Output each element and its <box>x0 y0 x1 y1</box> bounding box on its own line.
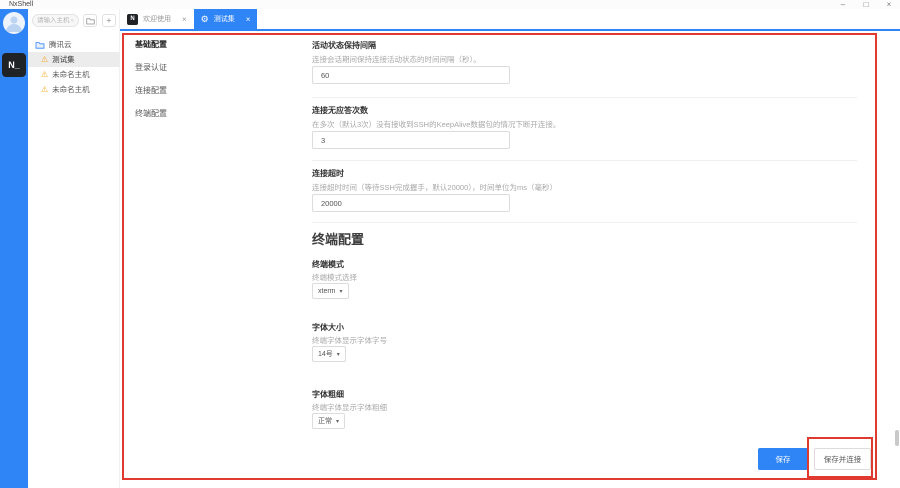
open-folder-icon <box>35 41 45 49</box>
section-divider <box>312 97 857 98</box>
search-icon <box>71 19 74 22</box>
font-size-desc: 终端字体显示字体字号 <box>312 336 387 345</box>
font-size-value: 14号 <box>318 351 333 358</box>
tab-welcome[interactable]: N 欢迎使用 × <box>120 9 194 29</box>
font-weight-title: 字体粗细 <box>312 390 344 399</box>
host-label: 未命名主机 <box>52 70 90 79</box>
host-item[interactable]: ⚠ 未命名主机 <box>28 67 120 82</box>
host-warning-icon: ⚠ <box>41 84 49 94</box>
section-divider <box>312 222 857 223</box>
terminal-mode-select[interactable]: xterm ▾ <box>312 283 349 299</box>
terminal-mode-value: xterm <box>318 287 336 295</box>
host-sidebar: + 腾讯云 ⚠ 测试集 ⚠ 未命名主机 ⚠ 未命 <box>28 9 120 488</box>
nav-connection-config[interactable]: 连接配置 <box>135 85 167 96</box>
search-input[interactable] <box>37 17 71 24</box>
chevron-down-icon: ▾ <box>336 351 340 358</box>
plus-icon: + <box>106 16 112 25</box>
nav-basic-config[interactable]: 基础配置 <box>135 39 167 50</box>
folder-label: 腾讯云 <box>49 40 72 49</box>
font-weight-desc: 终端字体显示字体粗细 <box>312 403 387 412</box>
no-reply-count-title: 连接无应答次数 <box>312 106 368 115</box>
app-title: NxShell <box>9 1 34 8</box>
no-reply-count-input[interactable] <box>312 131 510 149</box>
tab-bar: N 欢迎使用 × ⚙ 测试集 × <box>120 9 900 31</box>
font-weight-select[interactable]: 正常 ▾ <box>312 413 346 429</box>
host-item-selected[interactable]: ⚠ 测试集 <box>28 52 120 67</box>
host-search[interactable] <box>32 14 79 27</box>
sidebar-toolbar: + <box>28 14 120 28</box>
chevron-down-icon: ▾ <box>336 418 340 425</box>
host-item[interactable]: ⚠ 未命名主机 <box>28 82 120 97</box>
nxshell-logo[interactable]: N_ <box>2 53 26 77</box>
nxshell-window: NxShell – □ × N_ 请输入主机 + 腾讯云 ⚠ 测试集 ⚠ 未命名… <box>0 0 900 488</box>
no-reply-count-desc: 在多次（默认3次）没有接收到SSH的KeepAlive数据包的情况下断开连接。 <box>312 120 561 129</box>
font-size-select[interactable]: 14号 ▾ <box>312 346 346 362</box>
folder-icon <box>85 17 95 24</box>
settings-panel: 基础配置 登录认证 连接配置 终端配置 活动状态保持间隔 连接会话期间保持连接活… <box>120 31 900 488</box>
host-warning-icon: ⚠ <box>41 69 49 79</box>
tab-close-icon[interactable]: × <box>182 15 187 24</box>
add-host-button[interactable]: + <box>102 14 116 27</box>
nav-login-auth[interactable]: 登录认证 <box>135 62 167 73</box>
keepalive-interval-title: 活动状态保持间隔 <box>312 41 376 50</box>
tab-settings[interactable]: ⚙ 测试集 × <box>193 9 258 29</box>
tab-close-icon[interactable]: × <box>246 15 251 24</box>
nxshell-tab-icon: N <box>127 13 138 25</box>
settings-nav: 基础配置 登录认证 连接配置 终端配置 <box>135 39 167 131</box>
section-divider <box>312 160 857 161</box>
host-tree: 腾讯云 ⚠ 测试集 ⚠ 未命名主机 ⚠ 未命名主机 <box>28 37 120 97</box>
terminal-config-heading: 终端配置 <box>312 232 365 247</box>
host-label: 测试集 <box>52 55 75 64</box>
connect-timeout-desc: 连接超时时间（等待SSH完成握手，默认20000），时间单位为ms（毫秒） <box>312 183 558 192</box>
tab-settings-label: 测试集 <box>213 16 235 23</box>
terminal-mode-title: 终端模式 <box>312 260 344 269</box>
left-rail: N_ <box>0 9 28 488</box>
user-avatar[interactable] <box>3 12 25 34</box>
connect-timeout-input[interactable] <box>312 194 510 212</box>
tree-folder-row[interactable]: 腾讯云 <box>28 37 120 52</box>
avatar-person-icon <box>6 16 22 32</box>
terminal-mode-desc: 终端模式选择 <box>312 273 357 282</box>
tab-welcome-label: 欢迎使用 <box>143 16 171 23</box>
host-label: 未命名主机 <box>52 85 90 94</box>
scrollbar-thumb[interactable] <box>895 430 899 446</box>
save-button[interactable]: 保存 <box>758 448 808 470</box>
new-folder-button[interactable] <box>83 14 97 27</box>
keepalive-interval-desc: 连接会话期间保持连接活动状态的时间间隔（秒）。 <box>312 55 481 64</box>
chevron-down-icon: ▾ <box>339 288 343 295</box>
font-weight-value: 正常 <box>318 418 332 425</box>
connect-timeout-title: 连接超时 <box>312 169 344 178</box>
settings-content: 活动状态保持间隔 连接会话期间保持连接活动状态的时间间隔（秒）。 连接无应答次数… <box>312 31 872 488</box>
gear-icon: ⚙ <box>200 13 209 24</box>
keepalive-interval-input[interactable] <box>312 66 510 84</box>
save-and-connect-button[interactable]: 保存并连接 <box>814 448 871 470</box>
font-size-title: 字体大小 <box>312 323 344 332</box>
host-warning-icon: ⚠ <box>41 54 49 64</box>
nav-terminal-config[interactable]: 终端配置 <box>135 108 167 119</box>
